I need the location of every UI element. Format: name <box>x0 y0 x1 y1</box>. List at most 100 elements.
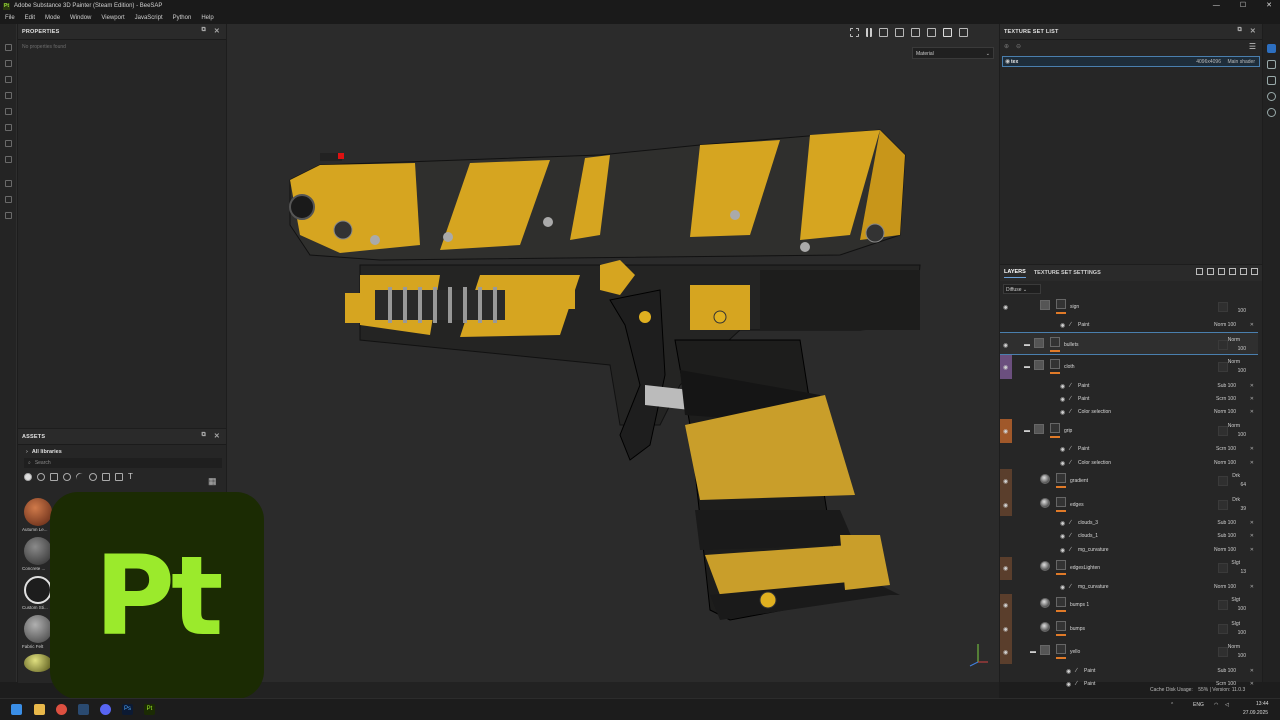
layer-effect-row[interactable]: ◉ ∕ clouds_3 Sub 100 ✕ <box>1000 516 1258 529</box>
paint-brush-icon[interactable] <box>5 44 12 51</box>
remove-effect-icon[interactable]: ✕ <box>1250 520 1254 526</box>
eraser-icon[interactable] <box>5 60 12 67</box>
unlink-icon[interactable]: ⊖ <box>1016 43 1021 50</box>
eye-icon[interactable]: ◉ <box>1003 649 1008 656</box>
tab-texture-set-settings[interactable]: TEXTURE SET SETTINGS <box>1034 270 1101 276</box>
layer-opacity[interactable]: 13 <box>1240 569 1246 575</box>
close-button[interactable]: ✕ <box>1266 0 1272 12</box>
polygon-fill-icon[interactable] <box>5 92 12 99</box>
filter-textures-icon[interactable] <box>50 472 58 481</box>
delete-icon[interactable] <box>1251 268 1258 275</box>
display-settings-icon[interactable] <box>5 212 12 219</box>
language-indicator[interactable]: ENG <box>1193 702 1204 708</box>
camera-sync-icon[interactable] <box>850 28 859 37</box>
projection-icon[interactable] <box>5 76 12 83</box>
layer-folder-row[interactable]: ◉ ▬ cloth Norm 100 <box>1000 355 1258 379</box>
paint-mode-icon[interactable] <box>943 28 952 37</box>
layer-opacity[interactable]: 100 <box>1238 308 1246 314</box>
layer-effect-row[interactable]: ◉ ∕ Color selection Norm 100 ✕ <box>1000 456 1258 469</box>
layer-row[interactable]: ◉ sign 100 <box>1000 295 1258 319</box>
texture-set-row[interactable]: ◉ tex 4096x4096 Main shader <box>1002 56 1260 67</box>
layer-folder-row[interactable]: ◉ ▬ bullets Norm 100 <box>1000 331 1258 356</box>
remove-effect-icon[interactable]: ✕ <box>1250 533 1254 539</box>
wifi-icon[interactable]: ◠ <box>1214 702 1218 708</box>
float-panel-icon[interactable]: ⧉ <box>1238 27 1242 34</box>
folder-icon[interactable]: ▬ <box>1024 428 1030 434</box>
remove-effect-icon[interactable]: ✕ <box>1250 547 1254 553</box>
eye-icon[interactable]: ◉ <box>1060 383 1065 390</box>
layer-effect-row[interactable]: ◉ ∕ Paint Sub 100 ✕ <box>1000 664 1258 677</box>
layer-blend-mode[interactable]: Norm <box>1228 359 1240 365</box>
layer-effect-row[interactable]: ◉ ∕ mg_curvature Norm 100 ✕ <box>1000 543 1258 556</box>
remove-effect-icon[interactable]: ✕ <box>1250 322 1254 328</box>
effect-blend-opacity[interactable]: Sub 100 <box>1217 533 1236 539</box>
layer-extra-slot[interactable] <box>1218 362 1228 373</box>
filter-filters-icon[interactable] <box>63 472 71 481</box>
layer-effect-row[interactable]: ◉ ∕ Paint Sub 100 ✕ <box>1000 379 1258 392</box>
camera-icon[interactable] <box>911 28 920 37</box>
effect-blend-opacity[interactable]: Norm 100 <box>1214 584 1236 590</box>
layer-folder-row[interactable]: ◉ ▬ grip Norm 100 <box>1000 419 1258 443</box>
layer-opacity[interactable]: 100 <box>1238 346 1246 352</box>
chrome-icon[interactable] <box>56 704 67 715</box>
pistol-3d-model[interactable] <box>280 125 930 630</box>
split-view-icon[interactable] <box>927 28 936 37</box>
layer-extra-slot[interactable] <box>1218 647 1228 658</box>
remove-effect-icon[interactable]: ✕ <box>1250 584 1254 590</box>
effect-blend-opacity[interactable]: Sub 100 <box>1217 383 1236 389</box>
layer-extra-slot[interactable] <box>1218 600 1228 611</box>
layer-mask-thumbnail[interactable] <box>1056 298 1066 309</box>
assets-search-input[interactable]: ⌕ Search <box>24 458 222 468</box>
material-view-select[interactable]: Material ⌄ <box>912 47 994 59</box>
eye-icon[interactable]: ◉ <box>1060 460 1065 467</box>
layer-effect-row[interactable]: ◉ ∕ Color selection Norm 100 ✕ <box>1000 406 1258 419</box>
pause-icon[interactable] <box>866 28 872 37</box>
painter-taskbar-icon[interactable]: Pt <box>144 704 155 715</box>
eye-icon[interactable]: ◉ <box>1003 304 1008 311</box>
add-mask-icon[interactable] <box>1207 268 1214 275</box>
menu-viewport[interactable]: Viewport <box>101 15 124 21</box>
clock-date[interactable]: 27.09.2025 <box>1243 710 1268 716</box>
layer-opacity[interactable]: 100 <box>1238 606 1246 612</box>
menu-file[interactable]: File <box>5 15 15 21</box>
effect-blend-opacity[interactable]: Sub 100 <box>1217 668 1236 674</box>
layer-extra-slot[interactable] <box>1218 499 1228 510</box>
layer-blend-mode[interactable]: Slgt <box>1231 621 1240 627</box>
effect-blend-opacity[interactable]: Scrn 100 <box>1216 396 1236 402</box>
layers-dock-icon[interactable] <box>1267 60 1276 69</box>
layer-effect-row[interactable]: ◉ ∕ Paint Scrn 100 ✕ <box>1000 443 1258 456</box>
filter-alphas-icon[interactable] <box>102 472 110 481</box>
eye-icon[interactable]: ◉ <box>1060 409 1065 416</box>
menu-python[interactable]: Python <box>173 15 192 21</box>
layer-mask-thumbnail[interactable] <box>1056 560 1066 571</box>
layer-blend-mode[interactable]: Norm <box>1228 644 1240 650</box>
eye-icon[interactable]: ◉ <box>1003 364 1008 371</box>
folder-icon[interactable]: ▬ <box>1030 649 1036 655</box>
menu-edit[interactable]: Edit <box>25 15 35 21</box>
layer-effect-row[interactable]: ◉ ∕ mg_curvature Norm 100 ✕ <box>1000 580 1258 593</box>
layer-extra-slot[interactable] <box>1218 339 1228 350</box>
picker-icon[interactable] <box>5 140 12 147</box>
remove-effect-icon[interactable]: ✕ <box>1250 668 1254 674</box>
screenshot-icon[interactable] <box>959 28 968 37</box>
minimize-button[interactable]: — <box>1213 0 1220 12</box>
eye-icon[interactable]: ◉ <box>1060 547 1065 554</box>
clock-time[interactable]: 13:44 <box>1256 701 1269 707</box>
layer-extra-slot[interactable] <box>1218 476 1228 487</box>
eye-icon[interactable]: ◉ <box>1003 342 1008 349</box>
file-explorer-icon[interactable] <box>34 704 45 715</box>
bake-icon[interactable] <box>5 180 12 187</box>
layer-mask-thumbnail[interactable] <box>1050 336 1060 347</box>
start-icon[interactable] <box>11 704 22 715</box>
layer-effect-row[interactable]: ◉ ∕ clouds_1 Sub 100 ✕ <box>1000 530 1258 543</box>
eye-icon[interactable]: ◉ <box>1060 533 1065 540</box>
layer-blend-mode[interactable]: Norm <box>1228 423 1240 429</box>
link-icon[interactable]: ⊕ <box>1004 43 1009 50</box>
eye-icon[interactable]: ◉ <box>1003 626 1008 633</box>
tray-chevron-icon[interactable]: ⌃ <box>1170 702 1174 708</box>
eye-icon[interactable]: ◉ <box>1003 602 1008 609</box>
volume-icon[interactable]: ◁ <box>1225 702 1229 708</box>
close-panel-icon[interactable]: ✕ <box>1250 27 1256 35</box>
menu-icon[interactable]: ☰ <box>1249 42 1256 51</box>
menu-help[interactable]: Help <box>201 15 213 21</box>
